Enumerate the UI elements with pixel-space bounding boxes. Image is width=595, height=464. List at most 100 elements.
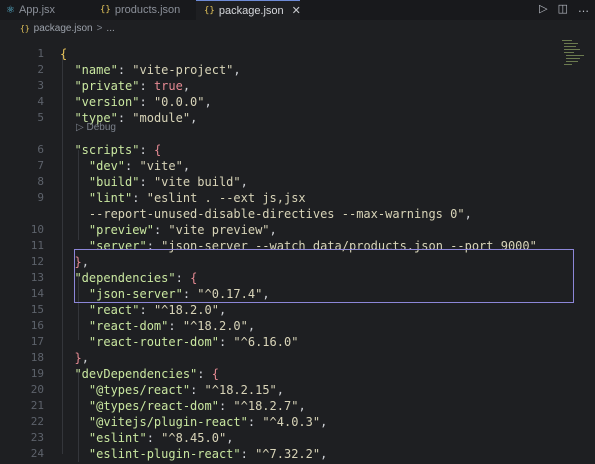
- code-token: :: [218, 335, 234, 349]
- line-number: 10: [30, 223, 44, 236]
- breadcrumb-more[interactable]: ...: [106, 23, 114, 34]
- code-token: "@types/react": [88, 383, 191, 397]
- code-token: :: [139, 79, 154, 93]
- code-token: "eslint-plugin-react": [88, 447, 241, 461]
- line-number: 9: [37, 191, 44, 204]
- debug-codelens[interactable]: ▷ Debug: [76, 122, 116, 134]
- line-code: "scripts": {: [60, 142, 161, 158]
- tab-bar: ⚛ App.jsx {} products.json {} package.js…: [0, 0, 595, 20]
- code-token: :: [247, 415, 263, 429]
- code-token: ,: [247, 319, 256, 333]
- line-code: "react-dom": "^18.2.0",: [60, 318, 255, 334]
- code-token: "eslint . --ext js,jsx: [146, 191, 306, 205]
- line-number: 15: [30, 303, 44, 316]
- minimap[interactable]: [560, 38, 586, 68]
- code-token: "vite build": [153, 175, 241, 189]
- line-number: 23: [30, 431, 44, 444]
- line-number: 12: [30, 255, 44, 268]
- breadcrumb: {} package.json > ...: [0, 20, 595, 36]
- code-token: :: [132, 191, 147, 205]
- line-number: 13: [30, 271, 44, 284]
- code-token: "^6.16.0": [233, 335, 299, 349]
- react-icon: ⚛: [6, 4, 15, 16]
- line-code: },: [60, 350, 88, 366]
- tab-app-jsx[interactable]: ⚛ App.jsx: [6, 0, 92, 20]
- code-token: "private": [74, 79, 140, 93]
- line-number: 6: [37, 143, 44, 156]
- selection-highlight: [74, 249, 574, 303]
- line-code: "react": "^18.2.0",: [60, 302, 226, 318]
- code-token: :: [139, 175, 154, 189]
- code-token: ,: [464, 207, 472, 221]
- json-braces-icon: {}: [204, 5, 215, 16]
- tab-package-json[interactable]: {} package.json ✕: [196, 0, 301, 20]
- tab-label: products.json: [114, 4, 181, 16]
- line-code: --report-unused-disable-directives --max…: [60, 206, 472, 222]
- code-token: "^18.2.15": [204, 383, 277, 397]
- code-token: ,: [182, 79, 191, 93]
- code-token: "@vitejs/plugin-react": [88, 415, 248, 429]
- code-token: :: [153, 223, 169, 237]
- line-code: {: [60, 46, 67, 62]
- run-icon[interactable]: ▷: [539, 2, 547, 15]
- line-number: 20: [30, 383, 44, 396]
- line-code: "@types/react": "^18.2.15",: [60, 382, 284, 398]
- code-token: ,: [218, 303, 227, 317]
- code-token: "^18.2.7": [233, 399, 299, 413]
- breadcrumb-file[interactable]: package.json: [34, 23, 93, 34]
- code-token: {: [60, 47, 68, 61]
- code-token: "eslint": [88, 431, 147, 445]
- code-token: :: [197, 367, 212, 381]
- code-token: {: [211, 367, 219, 381]
- code-token: "devDependencies": [74, 367, 198, 381]
- code-token: "^18.2.0": [153, 303, 219, 317]
- line-code: "private": true,: [60, 78, 190, 94]
- tab-label: package.json: [218, 4, 284, 17]
- line-number: 19: [30, 367, 44, 380]
- code-editor[interactable]: 1 {2 "name": "vite-project", 3 "private": …: [0, 36, 595, 464]
- split-editor-icon[interactable]: ◫: [558, 2, 568, 15]
- line-code: "devDependencies": {: [60, 366, 219, 382]
- tab-label: App.jsx: [18, 4, 56, 16]
- code-token: ,: [298, 399, 306, 413]
- more-actions-icon[interactable]: …: [578, 2, 589, 15]
- json-braces-icon: {}: [100, 5, 111, 15]
- line-code: "lint": "eslint . --ext js,jsx: [60, 190, 306, 206]
- line-number: 17: [30, 335, 44, 348]
- code-token: {: [153, 143, 162, 157]
- code-token: ,: [240, 175, 248, 189]
- code-token: "@types/react-dom": [88, 399, 219, 413]
- line-code: "@vitejs/plugin-react": "^4.0.3",: [60, 414, 327, 430]
- line-number: 7: [37, 159, 44, 172]
- code-token: "dev": [88, 159, 126, 173]
- line-number: 24: [30, 447, 44, 460]
- line-number: 5: [37, 111, 44, 124]
- line-code: "name": "vite-project",: [60, 62, 240, 78]
- line-number: 2: [37, 63, 44, 76]
- tab-products-json[interactable]: {} products.json: [100, 0, 192, 20]
- code-token: "scripts": [74, 143, 140, 157]
- code-token: "vite preview": [168, 223, 270, 237]
- json-braces-icon: {}: [20, 23, 30, 33]
- code-token: :: [117, 63, 133, 77]
- code-token: "version": [74, 95, 140, 109]
- code-token: --report-unused-disable-directives --max…: [60, 207, 465, 221]
- close-icon[interactable]: ✕: [292, 4, 301, 17]
- line-number: 1: [37, 47, 44, 60]
- code-token: ,: [276, 383, 284, 397]
- code-token: :: [139, 143, 154, 157]
